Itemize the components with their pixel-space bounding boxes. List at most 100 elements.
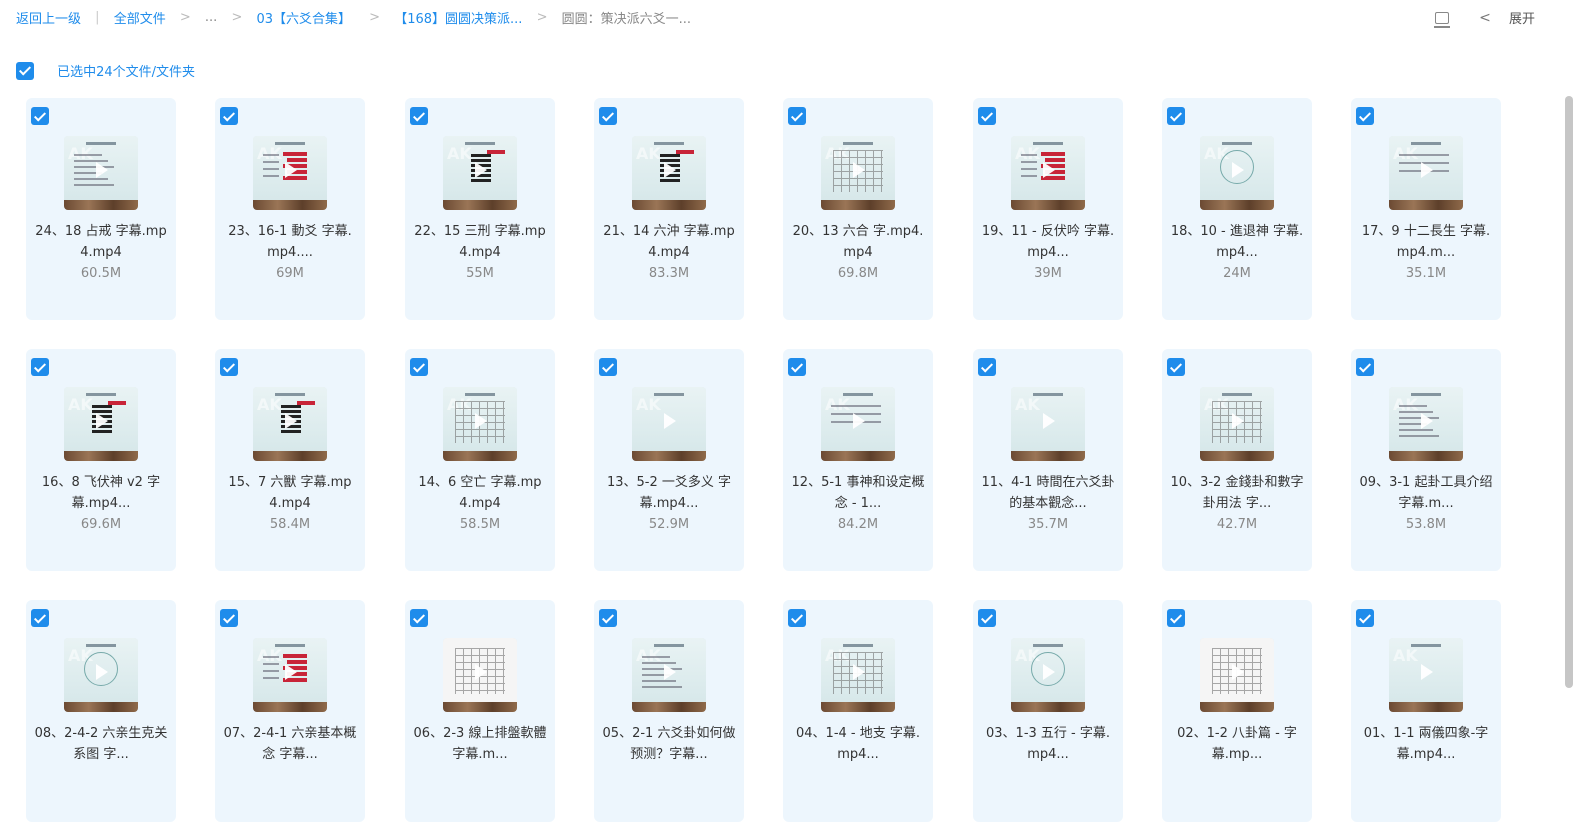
file-card[interactable]: AK 16、8 飞伏神 v2 字幕.mp4... 69.6M — [26, 349, 176, 571]
file-checkbox[interactable] — [599, 358, 617, 376]
file-size: 60.5M — [80, 266, 122, 281]
file-checkbox[interactable] — [220, 358, 238, 376]
file-name: 11、4-1 時間在六爻卦的基本觀念... — [981, 475, 1115, 511]
file-checkbox[interactable] — [1167, 107, 1185, 125]
file-checkbox[interactable] — [978, 107, 996, 125]
file-name: 03、1-3 五行 - 字幕.mp4... — [986, 726, 1110, 762]
file-checkbox[interactable] — [788, 358, 806, 376]
file-card[interactable]: AK 22、15 三刑 字幕.mp4.mp4 55M — [405, 98, 555, 320]
expand-button[interactable]: 展开 — [1509, 8, 1535, 27]
file-card[interactable]: AK 08、2-4-2 六亲生克关系图 字... — [26, 600, 176, 822]
file-size: 39M — [1034, 266, 1062, 281]
file-name: 10、3-2 金錢卦和數字卦用法 字... — [1170, 475, 1304, 511]
file-card[interactable]: 06、2-3 線上排盤軟體 字幕.m... — [405, 600, 555, 822]
file-checkbox[interactable] — [31, 107, 49, 125]
file-name: 06、2-3 線上排盤軟體 字幕.m... — [413, 726, 547, 762]
file-name: 02、1-2 八卦篇 - 字幕.mp... — [1177, 726, 1297, 762]
file-size: 58.4M — [269, 517, 311, 532]
file-size: 83.3M — [648, 266, 690, 281]
file-name: 05、2-1 六爻卦如何做预测？字幕... — [602, 726, 736, 762]
file-name: 08、2-4-2 六亲生克关系图 字... — [34, 726, 168, 762]
file-card[interactable]: AK 10、3-2 金錢卦和數字卦用法 字... 42.7M — [1162, 349, 1312, 571]
file-card[interactable]: AK 11、4-1 時間在六爻卦的基本觀念... 35.7M — [973, 349, 1123, 571]
file-checkbox[interactable] — [1356, 358, 1374, 376]
video-thumbnail: AK — [1011, 638, 1085, 712]
file-name: 20、13 六合 字.mp4.mp4 — [792, 224, 924, 260]
file-size: 42.7M — [1216, 517, 1258, 532]
select-all-checkbox[interactable] — [16, 61, 34, 80]
file-name: 04、1-4 - 地支 字幕.mp4... — [796, 726, 920, 762]
breadcrumb-ellipsis[interactable]: ... — [205, 10, 217, 25]
file-card[interactable]: AK 17、9 十二長生 字幕.mp4.m... 35.1M — [1351, 98, 1501, 320]
file-checkbox[interactable] — [1167, 358, 1185, 376]
breadcrumb-folder-2[interactable]: 【168】圆圆决策派... — [394, 8, 522, 27]
file-card[interactable]: AK 05、2-1 六爻卦如何做预测？字幕... — [594, 600, 744, 822]
file-card[interactable]: AK 18、10 - 進退神 字幕.mp4... 24M — [1162, 98, 1312, 320]
file-checkbox[interactable] — [978, 358, 996, 376]
chevron-right-icon: > — [179, 10, 191, 25]
file-card[interactable]: AK 03、1-3 五行 - 字幕.mp4... — [973, 600, 1123, 822]
file-card[interactable]: AK 15、7 六獸 字幕.mp4.mp4 58.4M — [215, 349, 365, 571]
file-checkbox[interactable] — [599, 107, 617, 125]
video-thumbnail: AK — [1389, 136, 1463, 210]
file-checkbox[interactable] — [599, 609, 617, 627]
file-checkbox[interactable] — [1356, 107, 1374, 125]
file-card[interactable]: AK 09、3-1 起卦工具介绍 字幕.m... 53.8M — [1351, 349, 1501, 571]
file-size: 69.6M — [80, 517, 122, 532]
file-name: 16、8 飞伏神 v2 字幕.mp4... — [41, 475, 161, 511]
breadcrumb-all-files[interactable]: 全部文件 — [114, 8, 166, 27]
file-card[interactable]: AK 14、6 空亡 字幕.mp4.mp4 58.5M — [405, 349, 555, 571]
file-name: 17、9 十二長生 字幕.mp4.m... — [1361, 224, 1491, 260]
file-checkbox[interactable] — [788, 107, 806, 125]
file-checkbox[interactable] — [220, 609, 238, 627]
selection-count: 已选中24个文件/文件夹 — [57, 65, 196, 80]
file-size: 52.9M — [648, 517, 690, 532]
file-checkbox[interactable] — [1356, 609, 1374, 627]
file-size: 55M — [466, 266, 494, 281]
file-card[interactable]: AK 04、1-4 - 地支 字幕.mp4... — [783, 600, 933, 822]
file-card[interactable]: AK 07、2-4-1 六亲基本概念 字幕... — [215, 600, 365, 822]
video-thumbnail: AK — [821, 136, 895, 210]
file-checkbox[interactable] — [788, 609, 806, 627]
file-checkbox[interactable] — [31, 609, 49, 627]
breadcrumb-current: 圆圆：策决派六爻一... — [561, 12, 692, 27]
select-all-row: 已选中24个文件/文件夹 — [16, 60, 195, 80]
file-card[interactable]: AK 21、14 六沖 字幕.mp4.mp4 83.3M — [594, 98, 744, 320]
file-checkbox[interactable] — [220, 107, 238, 125]
file-card[interactable]: AK 12、5-1 事神和设定概念 - 1... 84.2M — [783, 349, 933, 571]
video-thumbnail: AK — [1011, 136, 1085, 210]
breadcrumb: 返回上一级 | 全部文件 > ... > 03【六爻合集】 > 【168】圆圆决… — [16, 8, 691, 27]
file-checkbox[interactable] — [1167, 609, 1185, 627]
file-card[interactable]: AK 24、18 占戒 字幕.mp4.mp4 60.5M — [26, 98, 176, 320]
file-name: 18、10 - 進退神 字幕.mp4... — [1170, 224, 1304, 260]
video-thumbnail: AK — [1389, 387, 1463, 461]
video-thumbnail: AK — [443, 136, 517, 210]
file-card[interactable]: 02、1-2 八卦篇 - 字幕.mp... — [1162, 600, 1312, 822]
file-checkbox[interactable] — [31, 358, 49, 376]
file-size: 58.5M — [459, 517, 501, 532]
video-thumbnail: AK — [443, 387, 517, 461]
file-name: 07、2-4-1 六亲基本概念 字幕... — [223, 726, 357, 762]
file-checkbox[interactable] — [978, 609, 996, 627]
file-card[interactable]: AK 01、1-1 兩儀四象-字幕.mp4... — [1351, 600, 1501, 822]
file-name: 21、14 六沖 字幕.mp4.mp4 — [603, 224, 735, 260]
video-thumbnail: AK — [64, 387, 138, 461]
breadcrumb-folder-1[interactable]: 03【六爻合集】 — [256, 8, 351, 27]
file-name: 15、7 六獸 字幕.mp4.mp4 — [228, 475, 352, 511]
file-card[interactable]: AK 20、13 六合 字.mp4.mp4 69.8M — [783, 98, 933, 320]
video-thumbnail: AK — [632, 136, 706, 210]
back-link[interactable]: 返回上一级 — [16, 8, 81, 27]
file-card[interactable]: AK 19、11 - 反伏吟 字幕.mp4... 39M — [973, 98, 1123, 320]
view-mode-icon[interactable] — [1433, 11, 1450, 28]
file-checkbox[interactable] — [410, 107, 428, 125]
chevron-right-icon: > — [231, 10, 243, 25]
scrollbar[interactable] — [1565, 96, 1573, 688]
video-thumbnail: AK — [64, 136, 138, 210]
video-thumbnail: AK — [1200, 136, 1274, 210]
chevron-left-icon[interactable]: < — [1479, 10, 1491, 26]
video-thumbnail: AK — [821, 387, 895, 461]
file-card[interactable]: AK 13、5-2 一爻多义 字幕.mp4... 52.9M — [594, 349, 744, 571]
file-checkbox[interactable] — [410, 358, 428, 376]
file-checkbox[interactable] — [410, 609, 428, 627]
file-card[interactable]: AK 23、16-1 動爻 字幕.mp4.... 69M — [215, 98, 365, 320]
